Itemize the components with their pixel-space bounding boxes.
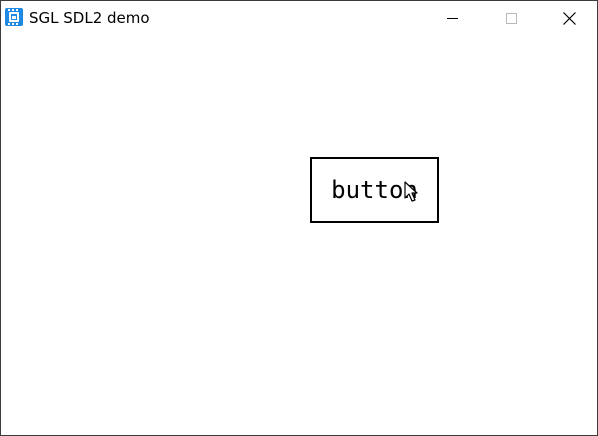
maximize-icon (506, 13, 517, 24)
close-button[interactable] (547, 1, 593, 35)
window-title: SGL SDL2 demo (29, 9, 150, 27)
mouse-pointer-icon (404, 181, 418, 202)
render-canvas[interactable]: button (1, 35, 597, 435)
chip-icon[interactable] (5, 8, 23, 26)
minimize-icon (447, 18, 458, 19)
close-icon (563, 12, 576, 25)
minimize-button[interactable] (429, 1, 475, 35)
maximize-button (488, 1, 534, 35)
app-window: SGL SDL2 demo button (0, 0, 598, 436)
title-bar[interactable]: SGL SDL2 demo (1, 1, 597, 35)
